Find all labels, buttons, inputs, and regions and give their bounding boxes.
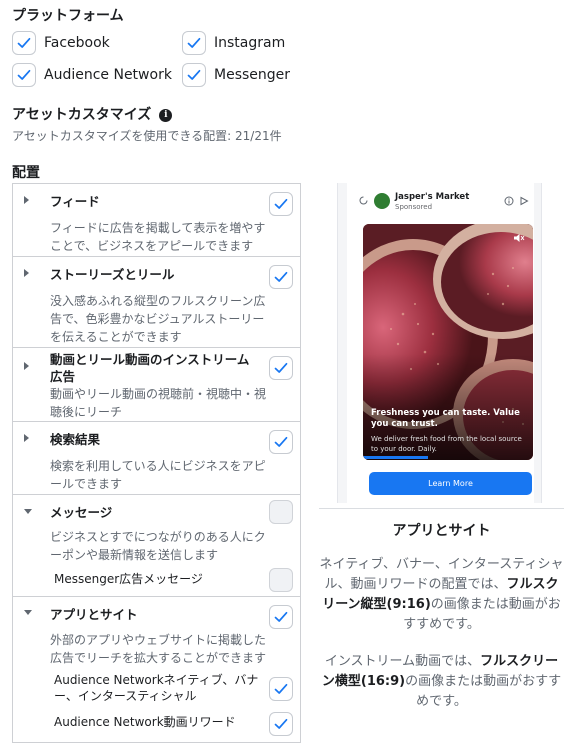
text: の画像または動画がおすすめです。 bbox=[405, 674, 562, 709]
messenger-ad-messages-checkbox[interactable] bbox=[269, 568, 293, 592]
placement-title: フィード bbox=[50, 194, 100, 209]
sub-placement-label: Audience Network動画リワード bbox=[54, 715, 236, 729]
facebook-label: Facebook bbox=[44, 35, 110, 51]
text: インストリーム動画では、 bbox=[324, 654, 481, 669]
audience-network-checkbox[interactable] bbox=[12, 63, 36, 87]
check-icon bbox=[274, 718, 288, 729]
search-checkbox[interactable] bbox=[269, 430, 293, 454]
placement-desc: 没入感あふれる縦型のフルスクリーン広告で、色彩豊かなビジュアルストーリーを伝える… bbox=[50, 294, 266, 344]
caret-right-icon[interactable] bbox=[24, 269, 29, 277]
instream-checkbox[interactable] bbox=[269, 356, 293, 380]
recommendation-title: アプリとサイト bbox=[392, 523, 491, 539]
placement-row-stories[interactable]: ストーリーズとリール 没入感あふれる縦型のフルスクリーン広告で、色彩豊かなビジュ… bbox=[13, 257, 300, 348]
placement-row-feed[interactable]: フィード フィードに広告を掲載して表示を増やすことで、ビジネスをアピールできます bbox=[13, 184, 300, 257]
ad-subtext: We deliver fresh food from the local sou… bbox=[371, 435, 522, 453]
sponsored-label: Sponsored bbox=[395, 203, 433, 211]
check-icon bbox=[274, 362, 288, 373]
platform-audience-network[interactable]: Audience Network bbox=[12, 62, 172, 88]
apps-sites-checkbox[interactable] bbox=[269, 605, 293, 629]
check-icon bbox=[274, 198, 288, 209]
feed-checkbox[interactable] bbox=[269, 192, 293, 216]
recommendation-text-1: ネイティブ、バナー、インタースティシャル、動画リワードの配置では、フルスクリーン… bbox=[319, 555, 564, 635]
instagram-label: Instagram bbox=[214, 35, 286, 51]
placement-title: 動画とリール動画のインストリーム広告 bbox=[50, 352, 250, 384]
asset-customize-subtitle: アセットカスタマイズを使用できる配置: 21/21件 bbox=[12, 129, 282, 143]
caret-right-icon[interactable] bbox=[24, 362, 29, 370]
ad-preview: Jasper's Market Sponsored Freshness you … bbox=[337, 183, 542, 503]
ad-image: Freshness you can taste. Value you can t… bbox=[363, 224, 533, 460]
ad-headline: Freshness you can taste. Value you can t… bbox=[371, 408, 520, 429]
learn-more-button[interactable]: Learn More bbox=[369, 472, 532, 495]
brand-name: Jasper's Market bbox=[395, 192, 470, 202]
platform-instagram[interactable]: Instagram bbox=[182, 30, 285, 56]
placement-desc: 外部のアプリやウェブサイトに掲載した広告でリーチを拡大することができます bbox=[50, 633, 267, 665]
stories-checkbox[interactable] bbox=[269, 265, 293, 289]
brand-logo bbox=[374, 193, 390, 209]
divider bbox=[319, 508, 564, 509]
placements-section-title: 配置 bbox=[12, 165, 40, 181]
placement-desc: 動画やリール動画の視聴前・視聴中・視聴後にリーチ bbox=[50, 387, 267, 419]
loading-icon bbox=[359, 196, 368, 205]
placement-desc: フィードに広告を掲載して表示を増やすことで、ビジネスをアピールできます bbox=[50, 221, 266, 253]
an-rewarded-video-checkbox[interactable] bbox=[269, 712, 293, 736]
caret-down-icon[interactable] bbox=[24, 509, 32, 514]
info-icon[interactable]: i bbox=[159, 108, 173, 122]
check-icon bbox=[187, 37, 201, 48]
check-icon bbox=[274, 683, 288, 694]
sub-placement-label: Audience Networkネイティブ、バナー、インタースティシャル bbox=[54, 673, 259, 703]
messenger-checkbox[interactable] bbox=[182, 63, 206, 87]
caret-right-icon[interactable] bbox=[24, 196, 29, 204]
ad-preview-phone: Jasper's Market Sponsored Freshness you … bbox=[347, 183, 534, 503]
asset-customize-title: アセットカスタマイズ i bbox=[12, 104, 173, 124]
info-icon[interactable] bbox=[504, 196, 514, 206]
mute-icon[interactable] bbox=[513, 233, 525, 243]
messages-checkbox[interactable] bbox=[269, 500, 293, 524]
check-icon bbox=[17, 69, 31, 80]
placement-row-search[interactable]: 検索結果 検索を利用している人にビジネスをアピールできます bbox=[13, 422, 300, 495]
check-icon bbox=[17, 37, 31, 48]
placements-list: フィード フィードに広告を掲載して表示を増やすことで、ビジネスをアピールできます… bbox=[12, 183, 301, 743]
audience-network-label: Audience Network bbox=[44, 67, 172, 83]
play-icon[interactable] bbox=[519, 196, 529, 206]
platform-facebook[interactable]: Facebook bbox=[12, 30, 110, 56]
instagram-checkbox[interactable] bbox=[182, 31, 206, 55]
placement-row-messages[interactable]: メッセージ ビジネスとすでにつながりのある人にクーポンや最新情報を送信します M… bbox=[13, 495, 300, 597]
platform-messenger[interactable]: Messenger bbox=[182, 62, 290, 88]
check-icon bbox=[274, 436, 288, 447]
placement-desc: 検索を利用している人にビジネスをアピールできます bbox=[50, 459, 266, 491]
recommendation-text-2: インストリーム動画では、フルスクリーン横型(16:9)の画像または動画がおすすめ… bbox=[319, 652, 564, 712]
placement-title: アプリとサイト bbox=[50, 607, 138, 622]
placement-row-apps-sites[interactable]: アプリとサイト 外部のアプリやウェブサイトに掲載した広告でリーチを拡大することが… bbox=[13, 597, 300, 744]
placement-row-instream[interactable]: 動画とリール動画のインストリーム広告 動画やリール動画の視聴前・視聴中・視聴後に… bbox=[13, 348, 300, 422]
check-icon bbox=[274, 271, 288, 282]
placement-title: ストーリーズとリール bbox=[50, 267, 175, 282]
asset-customize-title-text: アセットカスタマイズ bbox=[12, 107, 152, 123]
caret-down-icon[interactable] bbox=[24, 610, 32, 615]
sub-placement-label: Messenger広告メッセージ bbox=[54, 572, 203, 586]
caret-right-icon[interactable] bbox=[24, 434, 29, 442]
platform-section-title: プラットフォーム bbox=[12, 8, 124, 24]
messenger-label: Messenger bbox=[214, 67, 291, 83]
placement-desc: ビジネスとすでにつながりのある人にクーポンや最新情報を送信します bbox=[50, 530, 266, 562]
facebook-checkbox[interactable] bbox=[12, 31, 36, 55]
video-progress bbox=[363, 456, 428, 459]
placement-title: メッセージ bbox=[50, 505, 113, 520]
placement-title: 検索結果 bbox=[50, 432, 101, 447]
check-icon bbox=[187, 69, 201, 80]
check-icon bbox=[274, 611, 288, 622]
an-native-checkbox[interactable] bbox=[269, 677, 293, 701]
